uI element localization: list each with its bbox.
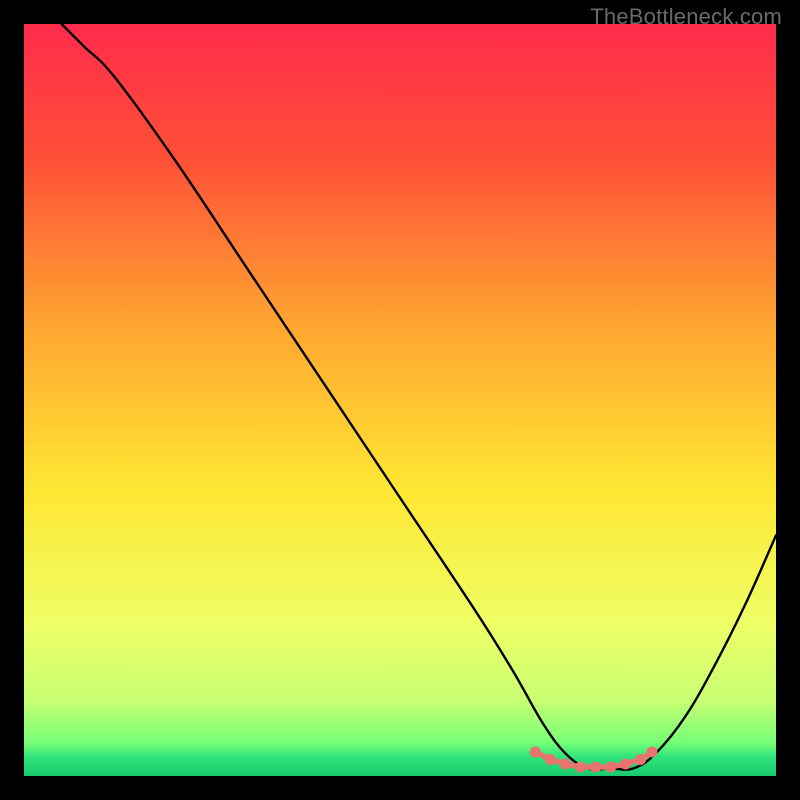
highlight-dot: [646, 746, 657, 757]
highlight-dot: [620, 758, 631, 769]
watermark-text: TheBottleneck.com: [590, 4, 782, 30]
chart-svg: [24, 24, 776, 776]
highlight-dot: [605, 761, 616, 772]
highlight-dot: [635, 754, 646, 765]
plot-area: [24, 24, 776, 776]
highlight-dot: [545, 754, 556, 765]
chart-container: TheBottleneck.com: [0, 0, 800, 800]
highlight-dot: [575, 761, 586, 772]
gradient-background: [24, 24, 776, 776]
highlight-dot: [560, 758, 571, 769]
highlight-dot: [590, 761, 601, 772]
highlight-dot: [530, 746, 541, 757]
